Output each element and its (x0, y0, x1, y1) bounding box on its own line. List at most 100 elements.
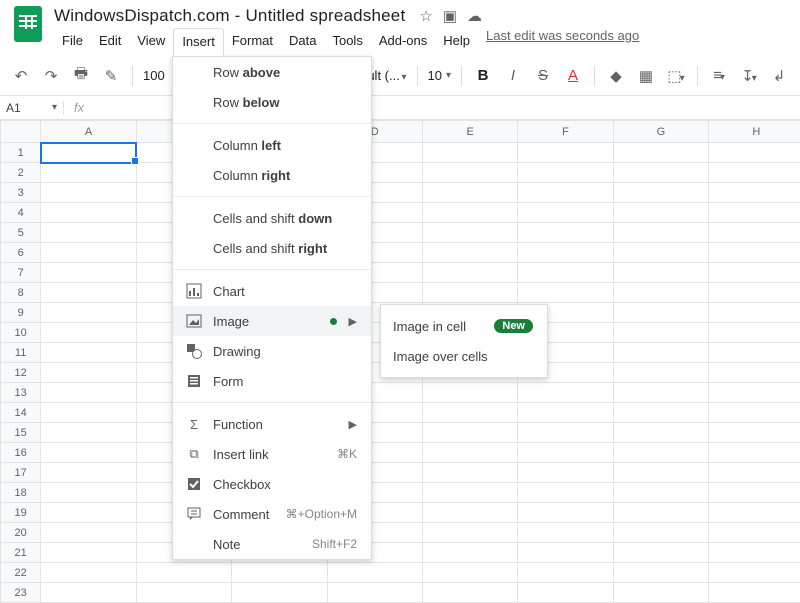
text-color-icon[interactable]: A (562, 67, 584, 84)
cell[interactable] (709, 563, 800, 583)
cell[interactable] (41, 203, 136, 223)
cell[interactable] (613, 223, 708, 243)
row-header[interactable]: 19 (1, 503, 41, 523)
cell[interactable] (518, 243, 613, 263)
row-header[interactable]: 14 (1, 403, 41, 423)
menu-help[interactable]: Help (435, 28, 478, 56)
column-header[interactable]: H (709, 121, 800, 143)
cell[interactable] (41, 183, 136, 203)
cell[interactable] (518, 143, 613, 163)
cell[interactable] (422, 583, 517, 603)
cell[interactable] (422, 463, 517, 483)
cell[interactable] (41, 243, 136, 263)
cell[interactable] (709, 163, 800, 183)
menu-data[interactable]: Data (281, 28, 324, 56)
menu-item-insert-link[interactable]: ⧉Insert link⌘K (173, 439, 371, 469)
cell[interactable] (613, 463, 708, 483)
cell[interactable] (41, 303, 136, 323)
cell[interactable] (422, 563, 517, 583)
cell[interactable] (422, 163, 517, 183)
menu-item-row-above[interactable]: Row above (173, 57, 371, 87)
merge-icon[interactable]: ⬚▾ (665, 67, 687, 85)
cell[interactable] (41, 383, 136, 403)
row-header[interactable]: 3 (1, 183, 41, 203)
cell[interactable] (422, 443, 517, 463)
cell[interactable] (136, 583, 231, 603)
v-align-icon[interactable]: ↧▾ (738, 67, 760, 85)
menu-insert[interactable]: Insert (173, 28, 224, 56)
strike-icon[interactable]: S (532, 67, 554, 84)
cell[interactable] (709, 543, 800, 563)
cell[interactable] (613, 483, 708, 503)
cell[interactable] (709, 183, 800, 203)
cell[interactable] (709, 283, 800, 303)
row-header[interactable]: 15 (1, 423, 41, 443)
menu-item-comment[interactable]: Comment⌘+Option+M (173, 499, 371, 529)
cell[interactable] (518, 203, 613, 223)
cell[interactable] (709, 303, 800, 323)
cell[interactable] (41, 443, 136, 463)
menu-file[interactable]: File (54, 28, 91, 56)
cell[interactable] (41, 143, 136, 163)
cell[interactable] (422, 543, 517, 563)
cell[interactable] (709, 423, 800, 443)
row-header[interactable]: 7 (1, 263, 41, 283)
cell[interactable] (613, 183, 708, 203)
submenu-image-over-cells[interactable]: Image over cells (381, 341, 547, 371)
menu-item-drawing[interactable]: Drawing (173, 336, 371, 366)
cell[interactable] (709, 403, 800, 423)
submenu-image-in-cell[interactable]: Image in cell New (381, 311, 547, 341)
menu-item-column-right[interactable]: Column right (173, 160, 371, 190)
cell[interactable] (709, 243, 800, 263)
paint-format-icon[interactable]: ✎ (100, 67, 122, 85)
cell[interactable] (422, 143, 517, 163)
menu-addons[interactable]: Add-ons (371, 28, 435, 56)
cell[interactable] (709, 263, 800, 283)
row-header[interactable]: 22 (1, 563, 41, 583)
menu-item-function[interactable]: ΣFunction▶ (173, 409, 371, 439)
cell[interactable] (613, 563, 708, 583)
cell[interactable] (613, 323, 708, 343)
cell[interactable] (518, 263, 613, 283)
menu-item-cells-right[interactable]: Cells and shift right (173, 233, 371, 263)
cell[interactable] (327, 583, 422, 603)
cell[interactable] (41, 263, 136, 283)
menu-item-chart[interactable]: Chart (173, 276, 371, 306)
cell[interactable] (422, 223, 517, 243)
cell[interactable] (422, 523, 517, 543)
last-edit-link[interactable]: Last edit was seconds ago (486, 28, 639, 56)
menu-view[interactable]: View (129, 28, 173, 56)
document-title[interactable]: WindowsDispatch.com - Untitled spreadshe… (54, 6, 405, 26)
cell[interactable] (41, 583, 136, 603)
cell[interactable] (613, 303, 708, 323)
cell[interactable] (41, 223, 136, 243)
fill-color-icon[interactable]: ◆ (605, 67, 627, 85)
cell[interactable] (41, 163, 136, 183)
move-icon[interactable]: ▣ (443, 7, 457, 25)
cell[interactable] (709, 583, 800, 603)
menu-item-checkbox[interactable]: Checkbox (173, 469, 371, 499)
cell[interactable] (41, 283, 136, 303)
column-header[interactable]: A (41, 121, 136, 143)
cell[interactable] (422, 423, 517, 443)
row-header[interactable]: 5 (1, 223, 41, 243)
cell[interactable] (709, 323, 800, 343)
cell[interactable] (41, 483, 136, 503)
cell[interactable] (709, 483, 800, 503)
cell[interactable] (613, 583, 708, 603)
cell[interactable] (613, 143, 708, 163)
redo-icon[interactable]: ↷ (40, 67, 62, 85)
column-header[interactable]: F (518, 121, 613, 143)
italic-icon[interactable]: I (502, 67, 524, 84)
font-size-group[interactable]: 10▾ (428, 68, 452, 83)
row-header[interactable]: 21 (1, 543, 41, 563)
font-select[interactable]: ult (... ▾ (367, 68, 406, 83)
cell[interactable] (709, 503, 800, 523)
cell[interactable] (232, 563, 327, 583)
cell[interactable] (422, 243, 517, 263)
cell[interactable] (518, 583, 613, 603)
column-header[interactable]: G (613, 121, 708, 143)
row-header[interactable]: 16 (1, 443, 41, 463)
cell[interactable] (709, 523, 800, 543)
menu-format[interactable]: Format (224, 28, 281, 56)
